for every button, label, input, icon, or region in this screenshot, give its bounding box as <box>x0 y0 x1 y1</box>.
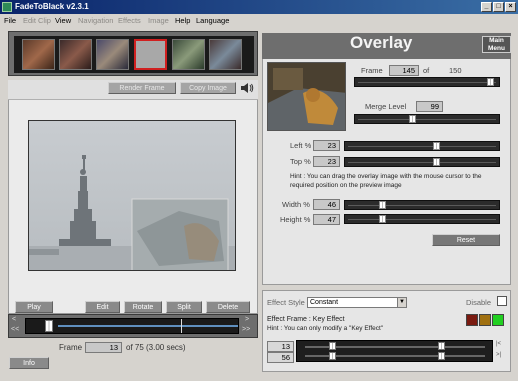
effect-start-input[interactable]: 13 <box>267 341 294 352</box>
menu-effects[interactable]: Effects <box>118 14 141 27</box>
speaker-icon[interactable] <box>240 82 254 94</box>
slider-thumb[interactable] <box>433 158 440 166</box>
effect-start-thumb[interactable] <box>329 342 336 350</box>
effect-style-value: Constant <box>310 299 339 306</box>
timeline-next-button[interactable]: > <box>245 316 249 323</box>
timeline-last-button[interactable]: >> <box>242 326 250 333</box>
slider-thumb[interactable] <box>433 142 440 150</box>
overlay-frame-slider[interactable] <box>354 77 500 87</box>
overlay-frame-input[interactable]: 145 <box>389 65 419 76</box>
disable-checkbox[interactable] <box>497 296 507 306</box>
slider-thumb[interactable] <box>379 215 386 223</box>
top-percent-input[interactable]: 23 <box>313 156 340 167</box>
close-button[interactable]: × <box>505 2 516 12</box>
rotate-button[interactable]: Rotate <box>124 301 162 313</box>
menu-file[interactable]: File <box>4 14 16 27</box>
split-button[interactable]: Split <box>166 301 202 313</box>
timeline-end-marker <box>181 319 182 333</box>
main-menu-button[interactable]: Main Menu <box>482 36 511 53</box>
info-button[interactable]: Info <box>9 357 49 369</box>
thumbnail[interactable] <box>59 39 92 70</box>
orange-light-icon <box>479 314 491 326</box>
preview-image[interactable] <box>28 120 236 271</box>
effect-style-label: Effect Style <box>267 298 305 307</box>
app-icon <box>2 2 12 12</box>
height-percent-input[interactable]: 47 <box>313 214 340 225</box>
delete-button[interactable]: Delete <box>206 301 250 313</box>
menu-language[interactable]: Language <box>196 14 229 27</box>
left-percent-slider[interactable] <box>344 141 500 151</box>
effect-end-start-thumb[interactable] <box>329 352 336 360</box>
thumbnail-strip <box>8 31 258 76</box>
green-light-icon <box>492 314 504 326</box>
left-percent-input[interactable]: 23 <box>313 140 340 151</box>
top-percent-label: Top % <box>290 157 311 166</box>
timeline-range <box>58 325 238 327</box>
timeline-first-button[interactable]: << <box>11 326 19 333</box>
menu-help[interactable]: Help <box>175 14 190 27</box>
width-percent-label: Width % <box>282 200 310 209</box>
menu-edit-clip[interactable]: Edit Clip <box>23 14 51 27</box>
thumbnail[interactable] <box>22 39 55 70</box>
overlay-hint: Hint : You can drag the overlay image wi… <box>290 173 482 189</box>
height-percent-label: Height % <box>280 215 311 224</box>
effect-style-select[interactable]: Constant ▼ <box>307 297 407 308</box>
menu-image[interactable]: Image <box>148 14 169 27</box>
copy-image-button[interactable]: Copy Image <box>180 82 236 94</box>
frame-info: of 75 (3.00 secs) <box>126 343 186 352</box>
merge-level-slider[interactable] <box>354 114 500 124</box>
thumbnail[interactable] <box>209 39 242 70</box>
left-percent-label: Left % <box>290 141 312 150</box>
edit-button[interactable]: Edit <box>85 301 120 313</box>
status-lights <box>466 314 506 327</box>
effect-prev-button[interactable]: |< <box>496 341 501 347</box>
slider-thumb[interactable] <box>487 78 494 86</box>
timeline-prev-button[interactable]: < <box>12 316 16 323</box>
title-bar: FadeToBlack v2.3.1 _ □ × <box>0 0 518 14</box>
frame-label: Frame <box>59 343 83 352</box>
thumbnail-selected[interactable] <box>134 39 167 70</box>
effect-end-thumb[interactable] <box>438 352 445 360</box>
effect-range-track[interactable] <box>296 340 493 362</box>
top-percent-slider[interactable] <box>344 157 500 167</box>
frame-total: 150 <box>449 66 462 75</box>
timeline: < << > >> <box>8 314 258 338</box>
width-percent-slider[interactable] <box>344 200 500 210</box>
frame-label: Frame <box>361 66 383 75</box>
timeline-thumb[interactable] <box>45 320 53 332</box>
disable-label: Disable <box>466 298 492 307</box>
play-button[interactable]: Play <box>15 301 53 313</box>
thumbnail[interactable] <box>172 39 205 70</box>
height-percent-slider[interactable] <box>344 214 500 224</box>
merge-level-input[interactable]: 99 <box>416 101 443 112</box>
menu-navigation[interactable]: Navigation <box>78 14 113 27</box>
red-light-icon <box>466 314 478 326</box>
minimize-button[interactable]: _ <box>481 2 492 12</box>
frame-of-label: of <box>423 66 430 75</box>
effect-hint: Hint : You can only modify a "Key Effect… <box>267 325 384 332</box>
frame-input[interactable]: 13 <box>85 342 122 353</box>
reset-button[interactable]: Reset <box>432 234 500 246</box>
effect-end-input[interactable]: 56 <box>267 352 294 363</box>
effect-next-button[interactable]: >| <box>496 352 501 358</box>
slider-thumb[interactable] <box>409 115 416 123</box>
overlay-title: Overlay <box>350 33 413 52</box>
width-percent-input[interactable]: 46 <box>313 199 340 210</box>
thumbnail-track <box>14 36 254 73</box>
overlay-thumbnail <box>267 62 346 131</box>
window-title: FadeToBlack v2.3.1 <box>15 2 89 11</box>
menu-view[interactable]: View <box>55 14 71 27</box>
timeline-track[interactable] <box>25 318 239 334</box>
slider-thumb[interactable] <box>379 201 386 209</box>
effect-start-end-thumb[interactable] <box>438 342 445 350</box>
merge-level-label: Merge Level <box>365 102 407 111</box>
thumbnail[interactable] <box>96 39 129 70</box>
render-frame-button[interactable]: Render Frame <box>108 82 176 94</box>
chevron-down-icon: ▼ <box>397 298 406 307</box>
effect-frame-info: Effect Frame : Key Effect <box>267 316 345 323</box>
menu-bar: File Edit Clip View Navigation Effects I… <box>0 14 518 27</box>
maximize-button[interactable]: □ <box>493 2 504 12</box>
